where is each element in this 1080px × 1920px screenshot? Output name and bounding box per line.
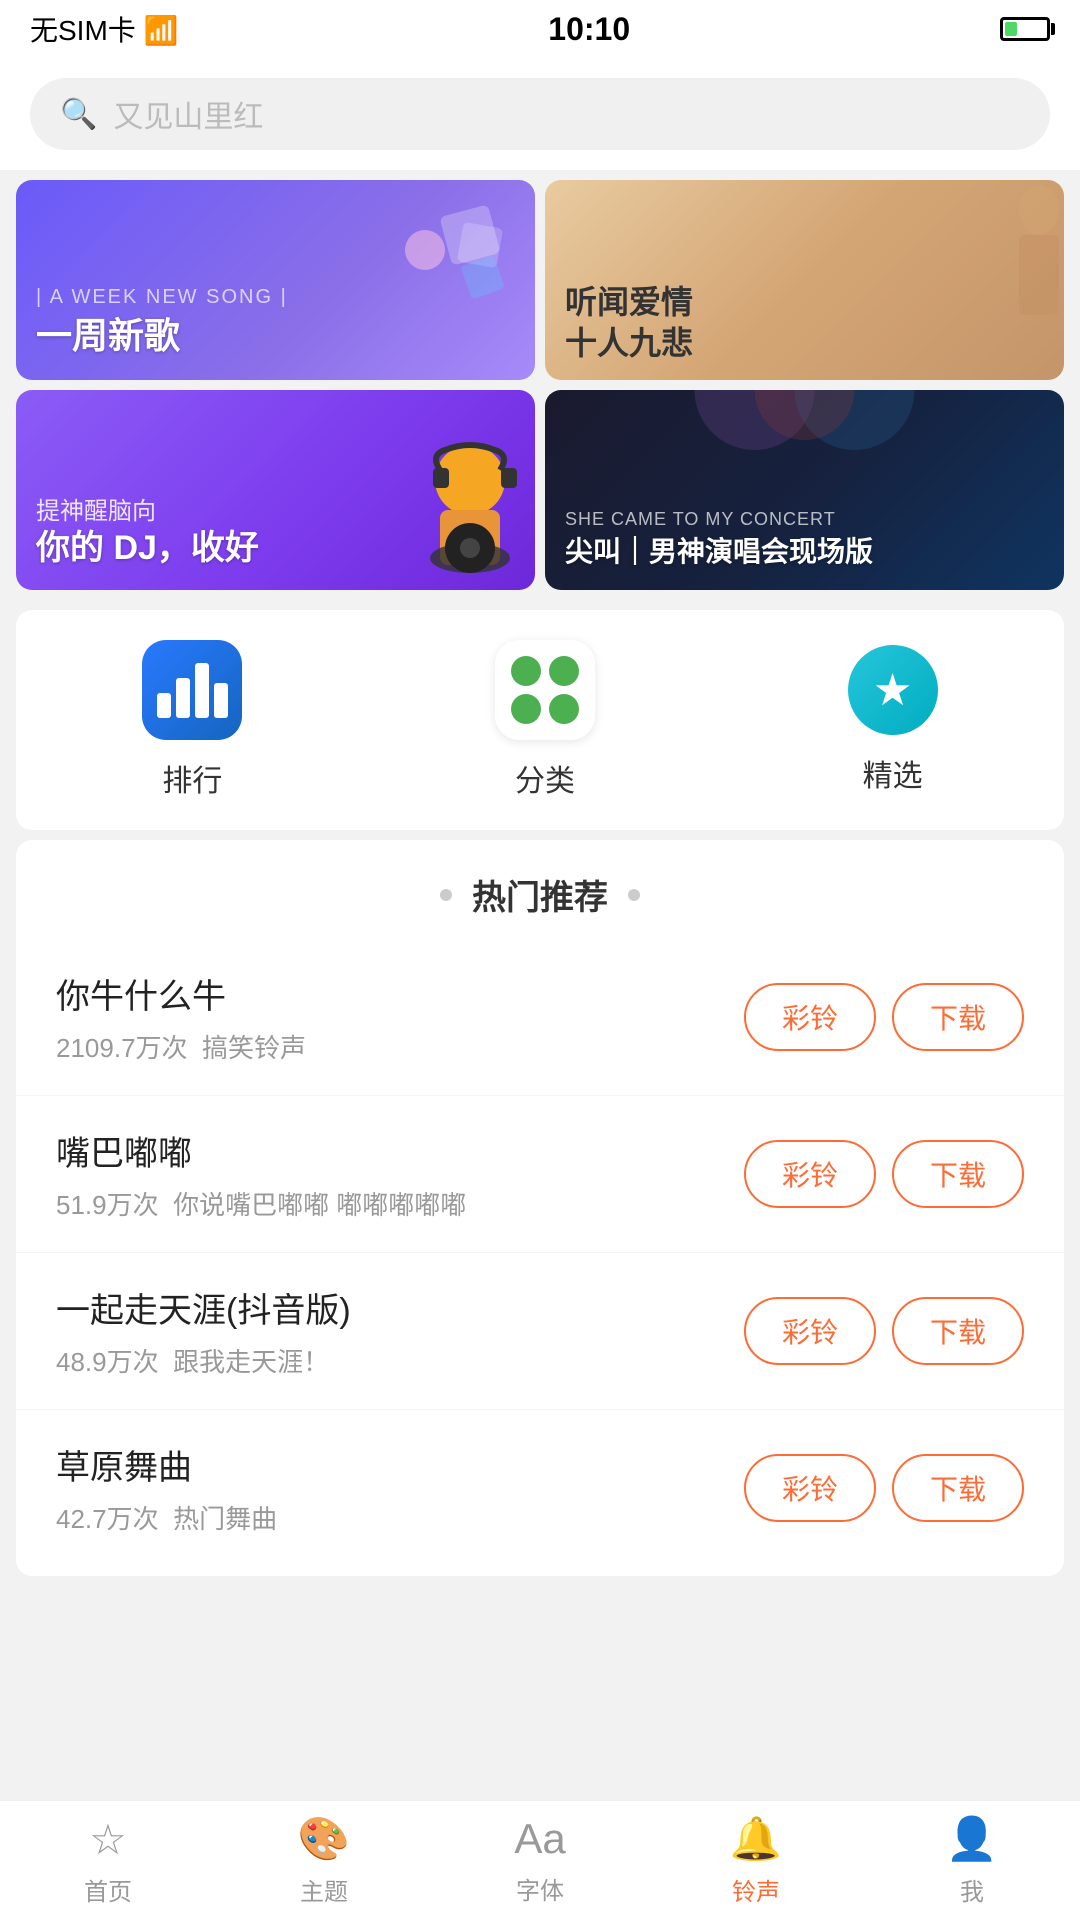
song-name-1: 你牛什么牛 [56,969,744,1018]
me-person-icon: 👤 [946,1815,998,1864]
banner-4-text: SHE CAME TO MY CONCERT 尖叫｜男神演唱会现场版 [545,489,1064,590]
banner-grid: | A WEEK NEW SONG | 一周新歌 听闻爱情 十人九悲 [0,170,1080,600]
nav-label-home: 首页 [84,1872,132,1907]
search-bar[interactable]: 🔍 又见山里红 [30,78,1050,150]
home-star-icon: ☆ [89,1815,127,1864]
download-btn-4[interactable]: 下载 [892,1454,1024,1522]
font-icon: Aa [514,1815,565,1863]
song-meta-3: 48.9万次 跟我走天涯！ [56,1342,744,1379]
category-item-category[interactable]: 分类 [495,640,595,800]
banner-weekly-new[interactable]: | A WEEK NEW SONG | 一周新歌 [16,180,535,380]
wifi-icon: 📶 [144,15,179,46]
download-btn-3[interactable]: 下载 [892,1297,1024,1365]
ringtone-btn-3[interactable]: 彩铃 [744,1297,876,1365]
banner-3-text: 提神醒脑向 你的 DJ，收好 [16,467,535,590]
song-meta-2: 51.9万次 你说嘴巴嘟嘟 嘟嘟嘟嘟嘟 [56,1185,744,1222]
ringtone-btn-4[interactable]: 彩铃 [744,1454,876,1522]
ranking-bars-icon [157,663,228,718]
banner-dj[interactable]: 提神醒脑向 你的 DJ，收好 [16,390,535,590]
hot-dot-left [440,889,452,901]
nav-item-font[interactable]: Aa 字体 [432,1815,648,1906]
song-info-4: 草原舞曲 42.7万次 热门舞曲 [56,1440,744,1536]
song-info-1: 你牛什么牛 2109.7万次 搞笑铃声 [56,969,744,1065]
banner-3-title: 你的 DJ，收好 [36,526,515,570]
banner-love[interactable]: 听闻爱情 十人九悲 [545,180,1064,380]
hot-dot-right [628,889,640,901]
song-actions-4: 彩铃 下载 [744,1454,1024,1522]
ranking-icon-bg [142,640,242,740]
ringtone-btn-2[interactable]: 彩铃 [744,1140,876,1208]
search-icon: 🔍 [60,97,97,132]
curated-star-icon: ★ [848,645,938,735]
curated-label: 精选 [863,751,923,795]
search-placeholder-text: 又见山里红 [113,92,263,136]
nav-label-font: 字体 [516,1871,564,1906]
song-info-3: 一起走天涯(抖音版) 48.9万次 跟我走天涯！ [56,1283,744,1379]
nav-item-ringtone[interactable]: 🔔 铃声 [648,1815,864,1907]
bottom-nav: ☆ 首页 🎨 主题 Aa 字体 🔔 铃声 👤 我 [0,1800,1080,1920]
search-container: 🔍 又见山里红 [0,58,1080,170]
song-actions-2: 彩铃 下载 [744,1140,1024,1208]
song-actions-1: 彩铃 下载 [744,983,1024,1051]
banner-concert[interactable]: SHE CAME TO MY CONCERT 尖叫｜男神演唱会现场版 [545,390,1064,590]
theme-palette-icon: 🎨 [298,1815,350,1864]
song-item-1: 你牛什么牛 2109.7万次 搞笑铃声 彩铃 下载 [16,939,1064,1096]
carrier-text: 无SIM卡 📶 [30,9,178,49]
status-bar: 无SIM卡 📶 10:10 [0,0,1080,58]
song-info-2: 嘴巴嘟嘟 51.9万次 你说嘴巴嘟嘟 嘟嘟嘟嘟嘟 [56,1126,744,1222]
battery-icon [1000,17,1050,41]
nav-label-me: 我 [960,1872,984,1907]
nav-label-theme: 主题 [300,1872,348,1907]
banner-4-tag: SHE CAME TO MY CONCERT [565,509,1044,530]
category-icon-bg [495,640,595,740]
song-meta-4: 42.7万次 热门舞曲 [56,1499,744,1536]
banner-1-text: | A WEEK NEW SONG | 一周新歌 [16,266,535,380]
song-item-2: 嘴巴嘟嘟 51.9万次 你说嘴巴嘟嘟 嘟嘟嘟嘟嘟 彩铃 下载 [16,1096,1064,1253]
battery-indicator [1000,17,1050,41]
song-name-3: 一起走天涯(抖音版) [56,1283,744,1332]
hot-header: 热门推荐 [16,870,1064,919]
time-display: 10:10 [548,11,630,48]
song-name-2: 嘴巴嘟嘟 [56,1126,744,1175]
category-item-curated[interactable]: ★ 精选 [848,645,938,795]
banner-1-title: 一周新歌 [36,313,515,360]
hot-title: 热门推荐 [472,870,608,919]
banner-2-subtitle: 十人九悲 [565,323,1044,365]
category-row: 排行 分类 ★ 精选 [16,640,1064,800]
ringtone-bell-icon: 🔔 [730,1815,782,1864]
song-meta-1: 2109.7万次 搞笑铃声 [56,1028,744,1065]
battery-fill [1005,22,1017,36]
nav-item-home[interactable]: ☆ 首页 [0,1815,216,1907]
banner-3-subtitle: 提神醒脑向 [36,491,515,526]
ranking-label: 排行 [162,756,222,800]
song-actions-3: 彩铃 下载 [744,1297,1024,1365]
download-btn-2[interactable]: 下载 [892,1140,1024,1208]
category-dots-icon [506,651,584,729]
category-label: 分类 [515,756,575,800]
banner-2-title: 听闻爱情 [565,282,1044,324]
banner-2-text: 听闻爱情 十人九悲 [545,262,1064,380]
page-bottom-padding [0,1586,1080,1726]
song-item-4: 草原舞曲 42.7万次 热门舞曲 彩铃 下载 [16,1410,1064,1566]
category-item-ranking[interactable]: 排行 [142,640,242,800]
nav-item-theme[interactable]: 🎨 主题 [216,1815,432,1907]
banner-4-title: 尖叫｜男神演唱会现场版 [565,534,1044,570]
download-btn-1[interactable]: 下载 [892,983,1024,1051]
ringtone-btn-1[interactable]: 彩铃 [744,983,876,1051]
category-section: 排行 分类 ★ 精选 [16,610,1064,830]
banner-1-tag: | A WEEK NEW SONG | [36,286,515,309]
song-name-4: 草原舞曲 [56,1440,744,1489]
nav-label-ringtone: 铃声 [732,1872,780,1907]
hot-section: 热门推荐 你牛什么牛 2109.7万次 搞笑铃声 彩铃 下载 嘴巴嘟嘟 51.9… [16,840,1064,1576]
nav-item-me[interactable]: 👤 我 [864,1815,1080,1907]
song-item-3: 一起走天涯(抖音版) 48.9万次 跟我走天涯！ 彩铃 下载 [16,1253,1064,1410]
